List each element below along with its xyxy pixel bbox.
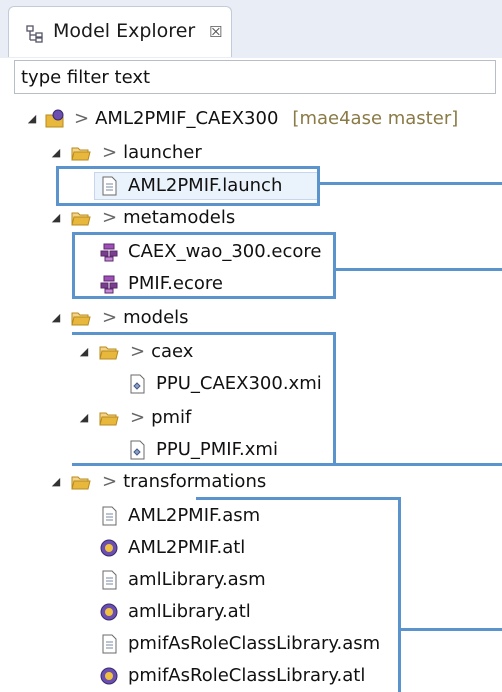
launch-file-icon xyxy=(98,175,120,197)
tab-model-explorer[interactable]: Model Explorer ☒ xyxy=(8,6,232,57)
folder-icon xyxy=(70,471,92,493)
expanded-arrow-icon[interactable]: ◢ xyxy=(26,112,38,125)
annotation-connector xyxy=(72,463,502,466)
expanded-arrow-icon[interactable]: ◢ xyxy=(50,311,62,324)
asm-file-icon xyxy=(98,569,120,591)
filter-input[interactable] xyxy=(15,61,495,93)
expanded-arrow-icon[interactable]: ◢ xyxy=(50,211,62,224)
close-icon[interactable]: ☒ xyxy=(209,23,222,41)
annotation-frame-models xyxy=(333,332,336,466)
annotation-connector xyxy=(334,268,502,271)
annotation-frame-transformations xyxy=(398,497,401,692)
asm-file-icon xyxy=(98,505,120,527)
expanded-arrow-icon[interactable]: ◢ xyxy=(78,411,90,424)
xmi-file-icon xyxy=(126,373,148,395)
xmi-file-icon xyxy=(126,439,148,461)
atl-file-icon xyxy=(98,665,120,687)
expanded-arrow-icon[interactable]: ◢ xyxy=(50,146,62,159)
asm-file-icon xyxy=(98,633,120,655)
expanded-arrow-icon[interactable]: ◢ xyxy=(78,345,90,358)
annotation-connector xyxy=(398,628,502,631)
folder-icon xyxy=(98,341,120,363)
annotation-frame-transformations-top xyxy=(196,497,401,500)
git-decoration: [mae4ase master] xyxy=(292,108,459,129)
ecore-icon xyxy=(98,241,120,263)
atl-file-icon xyxy=(98,537,120,559)
atl-file-icon xyxy=(98,601,120,623)
annotation-connector xyxy=(318,182,502,185)
folder-icon xyxy=(70,307,92,329)
folder-icon xyxy=(70,207,92,229)
filter-field[interactable] xyxy=(14,60,496,94)
view-tab-bar: Model Explorer ☒ xyxy=(0,0,502,58)
tab-title: Model Explorer xyxy=(53,20,196,42)
annotation-frame-models-top xyxy=(72,332,336,335)
project-icon xyxy=(44,108,66,130)
project-name: AML2PMIF_CAEX300 xyxy=(95,108,279,129)
model-explorer-icon xyxy=(26,25,43,43)
folder-icon xyxy=(70,142,92,164)
expanded-arrow-icon[interactable]: ◢ xyxy=(50,475,62,488)
folder-icon xyxy=(98,407,120,429)
ecore-icon xyxy=(98,273,120,295)
